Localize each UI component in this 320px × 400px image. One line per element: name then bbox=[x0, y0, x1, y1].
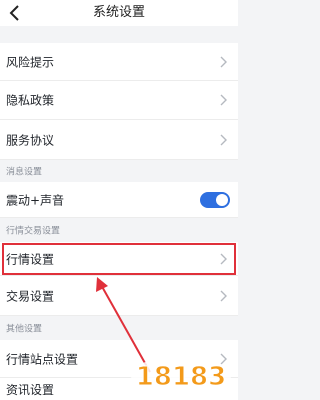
svg-text:18183: 18183 bbox=[136, 362, 226, 392]
watermark-logo: 18183 bbox=[131, 356, 231, 396]
annotation-arrow bbox=[96, 277, 151, 373]
